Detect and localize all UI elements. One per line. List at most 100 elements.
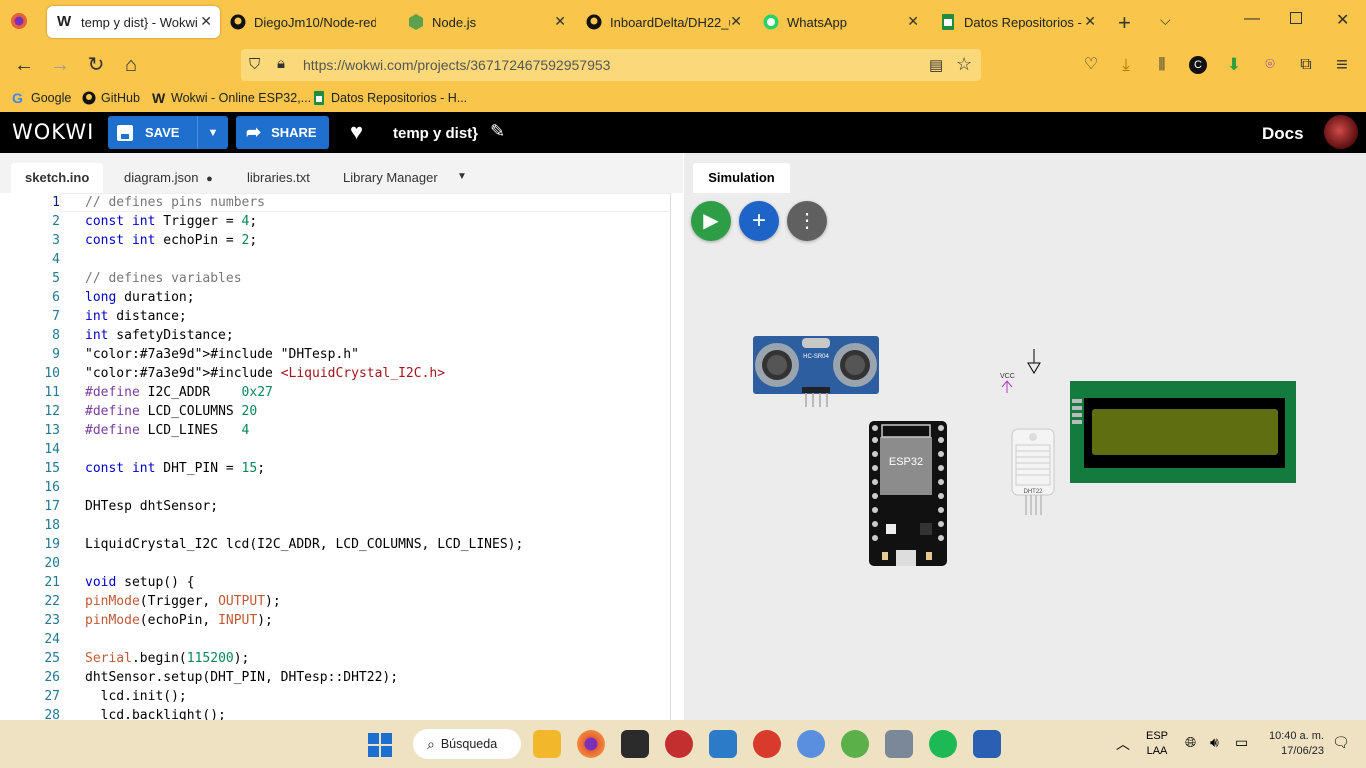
edit-pencil-icon[interactable]: ✎ <box>490 121 505 142</box>
code-line[interactable]: 9 "color:#7a3e9d">#include "DHTesp.h" <box>0 345 670 364</box>
wokwi-logo[interactable]: WOKWI <box>12 120 94 144</box>
close-tab-icon[interactable]: ✕ <box>907 13 919 30</box>
dht22-sensor[interactable]: DHT22 <box>1011 427 1057 517</box>
code-line[interactable]: 23 pinMode(echoPin, INPUT); <box>0 611 670 630</box>
minimize-icon[interactable]: — <box>1244 10 1260 28</box>
code-line[interactable]: 3 const int echoPin = 2; <box>0 231 670 250</box>
close-tab-icon[interactable]: ✕ <box>200 13 212 30</box>
browser-tab-whatsapp[interactable]: WhatsApp ✕ <box>763 6 923 38</box>
browser-tab-sheets[interactable]: Datos Repositorios - H ✕ <box>940 6 1100 38</box>
file-explorer-icon[interactable] <box>533 730 561 758</box>
code-line[interactable]: 5 // defines variables <box>0 269 670 288</box>
extension-download-icon[interactable]: ⬇ <box>1222 53 1246 77</box>
tab-library-manager[interactable]: Library Manager <box>329 163 452 193</box>
bookmark-wokwi[interactable]: W Wokwi - Online ESP32,... <box>152 91 311 105</box>
browser-tab-wokwi[interactable]: W temp y dist} - Wokwi E ✕ <box>47 6 220 38</box>
bookmark-sheets[interactable]: Datos Repositorios - H... <box>312 91 467 105</box>
download-icon[interactable]: ⤓ <box>1114 53 1138 77</box>
browser-tab-github-dh22[interactable]: InboardDelta/DH22_ul ✕ <box>586 6 746 38</box>
bookmark-star-icon[interactable]: ☆ <box>956 54 972 75</box>
firefox-menu-icon[interactable] <box>10 12 28 30</box>
code-line[interactable]: 7 int distance; <box>0 307 670 326</box>
save-button[interactable]: SAVE ▼ <box>108 116 228 149</box>
project-name[interactable]: temp y dist} <box>393 125 478 142</box>
code-line[interactable]: 25 Serial.begin(115200); <box>0 649 670 668</box>
reload-icon[interactable]: ↻ <box>84 53 108 77</box>
cloud-app-icon[interactable] <box>797 730 825 758</box>
code-line[interactable]: 21 void setup() { <box>0 573 670 592</box>
restore-icon[interactable] <box>1290 12 1302 24</box>
clock[interactable]: 10:40 a. m. 17/06/23 <box>1260 729 1324 759</box>
media-player-icon[interactable] <box>665 730 693 758</box>
headphones-app-icon[interactable] <box>621 730 649 758</box>
close-tab-icon[interactable]: ✕ <box>730 13 742 30</box>
windows-start-icon[interactable] <box>368 733 392 757</box>
extensions-icon[interactable]: ⧉ <box>1294 53 1318 77</box>
bookmark-github[interactable]: GitHub <box>82 91 140 105</box>
url-bar[interactable]: ⛉ 🔒︎ https://wokwi.com/projects/36717246… <box>241 49 981 81</box>
share-button[interactable]: ➦ SHARE <box>236 116 329 149</box>
library-icon[interactable]: ⫼ <box>1150 53 1174 77</box>
editor-scrollbar[interactable] <box>670 193 684 720</box>
code-line[interactable]: 22 pinMode(Trigger, OUTPUT); <box>0 592 670 611</box>
vpn-extension-icon[interactable]: ⌾ <box>1258 53 1282 77</box>
browser-tab-nodejs[interactable]: Node.js ✕ <box>408 6 570 38</box>
tabs-dropdown-icon[interactable]: ▼ <box>457 171 467 182</box>
list-tabs-icon[interactable]: ⌵ <box>1160 12 1171 29</box>
code-line[interactable]: 13 #define LCD_LINES 4 <box>0 421 670 440</box>
esp32-board[interactable]: ESP32 <box>868 420 950 568</box>
browser-tab-github-node-red[interactable]: DiegoJm10/Node-red- <box>230 6 400 38</box>
close-tab-icon[interactable]: ✕ <box>1084 13 1096 30</box>
notifications-icon[interactable]: 🗨︎ <box>1332 734 1350 751</box>
code-line[interactable]: 11 #define I2C_ADDR 0x27 <box>0 383 670 402</box>
ultrasonic-sensor[interactable]: HC-SR04 <box>752 335 882 410</box>
docs-link[interactable]: Docs <box>1262 124 1304 144</box>
lcd-display[interactable] <box>1070 381 1298 485</box>
back-icon[interactable]: ← <box>12 53 36 77</box>
tab-diagram-json[interactable]: diagram.json ● <box>110 163 227 193</box>
spotify-icon[interactable] <box>929 730 957 758</box>
code-line[interactable]: 14 <box>0 440 670 459</box>
close-window-icon[interactable]: ✕ <box>1336 10 1349 30</box>
tab-simulation[interactable]: Simulation <box>693 163 790 193</box>
user-avatar[interactable] <box>1324 115 1358 149</box>
hamburger-menu-icon[interactable]: ≡ <box>1330 53 1354 77</box>
forward-icon[interactable]: → <box>48 53 72 77</box>
close-tab-icon[interactable]: ✕ <box>554 13 566 30</box>
network-icon[interactable]: 🌐︎ <box>1185 734 1196 751</box>
more-options-button[interactable]: ⋮ <box>787 201 827 241</box>
code-line[interactable]: 8 int safetyDistance; <box>0 326 670 345</box>
home-icon[interactable]: ⌂ <box>119 53 143 77</box>
code-line[interactable]: 12 #define LCD_COLUMNS 20 <box>0 402 670 421</box>
reader-view-icon[interactable]: ▤ <box>929 56 943 74</box>
firefox-icon[interactable] <box>577 730 605 758</box>
account-icon[interactable]: C <box>1186 53 1210 77</box>
code-line[interactable]: 19 LiquidCrystal_I2C lcd(I2C_ADDR, LCD_CO… <box>0 535 670 554</box>
code-line[interactable]: 26 dhtSensor.setup(DHT_PIN, DHTesp::DHT22… <box>0 668 670 687</box>
android-app-icon[interactable] <box>841 730 869 758</box>
battery-icon[interactable]: ▭ <box>1235 734 1248 751</box>
tab-sketch-ino[interactable]: sketch.ino <box>11 163 104 193</box>
power-symbols[interactable]: VCC <box>996 347 1046 397</box>
code-line[interactable]: 18 <box>0 516 670 535</box>
code-line[interactable]: 27 lcd.init(); <box>0 687 670 706</box>
recorder-icon[interactable] <box>753 730 781 758</box>
url-text[interactable]: https://wokwi.com/projects/3671724675929… <box>303 57 610 73</box>
code-line[interactable]: 4 <box>0 250 670 269</box>
bookmark-google[interactable]: G Google <box>12 91 71 105</box>
screen-capture-icon[interactable] <box>885 730 913 758</box>
code-line[interactable]: 16 <box>0 478 670 497</box>
code-area[interactable]: 1 // defines pins numbers 2 const int Trigg… <box>0 193 670 720</box>
show-hidden-icons-icon[interactable]: ︿ <box>1116 734 1130 754</box>
code-line[interactable]: 6 long duration; <box>0 288 670 307</box>
pocket-icon[interactable]: ♡ <box>1079 53 1103 77</box>
word-icon[interactable] <box>973 730 1001 758</box>
language-indicator[interactable]: ESP LAA <box>1144 729 1170 759</box>
heart-icon[interactable]: ♥ <box>350 119 363 145</box>
code-line[interactable]: 10 "color:#7a3e9d">#include <LiquidCrysta… <box>0 364 670 383</box>
code-line[interactable]: 15 const int DHT_PIN = 15; <box>0 459 670 478</box>
save-dropdown-icon[interactable]: ▼ <box>207 127 218 139</box>
code-line[interactable]: 1 // defines pins numbers <box>0 193 670 212</box>
code-line[interactable]: 20 <box>0 554 670 573</box>
add-part-button[interactable]: + <box>739 201 779 241</box>
